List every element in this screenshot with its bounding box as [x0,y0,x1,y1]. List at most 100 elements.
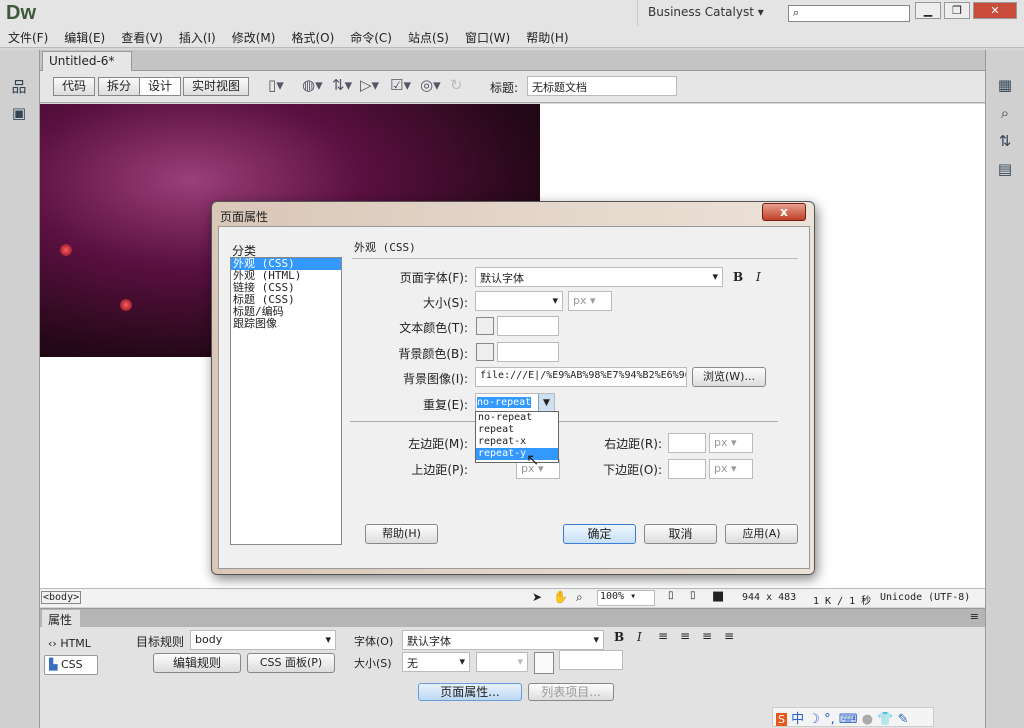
list-item-button[interactable]: 列表项目... [528,683,614,701]
repeat-select[interactable]: no-repeat ▼ [475,393,555,413]
align-right-button[interactable]: ≡ [702,629,712,643]
repeat-option[interactable]: repeat-y [476,448,558,460]
file-management-icon[interactable]: ⇅▾ [332,76,352,94]
right-margin-input[interactable] [668,433,706,453]
preview-browser-icon[interactable]: ◍▾ [302,76,323,94]
text-color-picker[interactable] [476,317,494,335]
menu-edit[interactable]: 编辑(E) [64,28,105,47]
align-left-button[interactable]: ≡ [658,629,668,643]
css-panel-button[interactable]: CSS 面板(P) [247,653,335,673]
properties-tab[interactable]: 属性 [42,610,80,628]
title-input[interactable]: 无标题文档 [527,76,677,96]
menu-window[interactable]: 窗口(W) [465,28,510,47]
insert-panel-icon[interactable]: ▦ [994,76,1016,96]
zoom-select[interactable]: 100% ▾ [597,590,655,606]
user-icon[interactable]: ● [862,712,873,727]
dialog-close-button[interactable]: x [762,203,806,221]
bg-image-input[interactable]: file:///E|/%E9%AB%98%E7%94%B2%E6%96 [475,367,687,387]
css-mode-button[interactable]: ▙ CSS [44,655,98,675]
text-color-input[interactable] [497,316,559,336]
sogou-icon[interactable]: S [776,713,787,726]
moon-icon[interactable]: ☽ [808,712,820,727]
split-view-button[interactable]: 拆分 [98,77,141,96]
workspace-switcher[interactable]: Business Catalyst ▾ [637,0,777,26]
target-rule-select[interactable]: body ▾ [190,630,336,650]
edit-rule-button[interactable]: 编辑规则 [153,653,241,673]
italic-button[interactable]: I [637,630,642,644]
code-view-button[interactable]: 代码 [53,77,96,96]
window-size[interactable]: 944 x 483 [742,592,796,603]
refresh-icon[interactable]: ↻ [450,76,463,94]
zoom-tool-icon[interactable]: ⌕ [576,590,583,605]
desktop-size-icon[interactable]: ■ [712,589,724,604]
size-select[interactable]: ▾ [475,291,563,311]
tablet-size-icon[interactable]: ▯ [690,590,696,601]
panel-menu-icon[interactable]: ≡ [970,610,979,623]
browse-button[interactable]: 浏览(W)... [692,367,766,387]
page-properties-button[interactable]: 页面属性... [418,683,522,701]
menu-format[interactable]: 格式(O) [291,28,334,47]
repeat-option[interactable]: repeat-x [476,436,558,448]
search-input[interactable]: ⌕ [788,5,910,22]
align-center-button[interactable]: ≡ [680,629,690,643]
sitemap-icon[interactable]: 品 [8,76,30,96]
tag-selector-body[interactable]: <body> [41,591,82,604]
assets-icon[interactable]: ▤ [994,160,1016,180]
bottom-margin-unit[interactable]: px ▾ [709,459,753,479]
repeat-dropdown-list[interactable]: no-repeat repeat repeat-x repeat-y [475,411,559,463]
mobile-size-icon[interactable]: ▯ [668,590,674,601]
live-view-button[interactable]: 实时视图 [183,77,250,96]
restore-button[interactable]: ❐ [944,2,970,19]
files-icon[interactable]: ⇅ [994,132,1016,152]
menu-site[interactable]: 站点(S) [408,28,449,47]
repeat-option[interactable]: no-repeat [476,412,558,424]
apply-button[interactable]: 应用(A) [725,524,798,544]
multiscreen-icon[interactable]: ▯▾ [268,76,284,94]
visual-aids-icon[interactable]: ◎▾ [420,76,441,94]
italic-button[interactable]: I [756,270,761,284]
size-select[interactable]: 无 ▾ [402,652,470,672]
menu-file[interactable]: 文件(F) [8,28,48,47]
cancel-button[interactable]: 取消 [644,524,717,544]
menu-help[interactable]: 帮助(H) [526,28,568,47]
menu-view[interactable]: 查看(V) [121,28,163,47]
design-view-button[interactable]: 设计 [139,77,182,96]
size-unit-select[interactable]: px ▾ [568,291,612,311]
menu-modify[interactable]: 修改(M) [232,28,276,47]
color-picker[interactable] [534,652,554,674]
pointer-tool-icon[interactable]: ➤ [532,590,542,604]
settings-wrench-icon[interactable]: ✎ [898,712,909,727]
justify-button[interactable]: ≡ [724,629,734,643]
category-item[interactable]: 跟踪图像 [231,318,341,330]
bold-button[interactable]: B [614,630,624,644]
size-unit-select[interactable]: ▾ [476,652,528,672]
briefcase-icon[interactable]: ▣ [8,104,30,124]
skin-icon[interactable]: 👕 [877,712,893,727]
ok-button[interactable]: 确定 [563,524,636,544]
bold-button[interactable]: B [733,270,743,284]
right-margin-unit[interactable]: px ▾ [709,433,753,453]
menu-insert[interactable]: 插入(I) [179,28,216,47]
ime-mode[interactable]: 中 [791,712,804,727]
color-input[interactable] [559,650,623,670]
close-window-button[interactable]: ✕ [973,2,1017,19]
inspect-icon[interactable]: ▷▾ [360,76,379,94]
page-font-select[interactable]: 默认字体 ▾ [475,267,723,287]
menu-commands[interactable]: 命令(C) [350,28,392,47]
bg-color-picker[interactable] [476,343,494,361]
validate-icon[interactable]: ☑▾ [390,76,411,94]
repeat-option[interactable]: repeat [476,424,558,436]
font-select[interactable]: 默认字体 ▾ [402,630,604,650]
chevron-down-icon[interactable]: ▼ [538,394,554,412]
html-mode-button[interactable]: ‹› HTML [48,637,91,650]
hand-tool-icon[interactable]: ✋ [553,590,568,604]
minimize-button[interactable]: ▁ [915,2,941,19]
bg-color-input[interactable] [497,342,559,362]
punctuation-icon[interactable]: °, [824,712,835,727]
category-list[interactable]: 外观 (CSS) 外观 (HTML) 链接 (CSS) 标题 (CSS) 标题/… [230,257,342,545]
document-tab[interactable]: Untitled-6* × [42,51,132,82]
bottom-margin-input[interactable] [668,459,706,479]
css-inspect-icon[interactable]: ⌕ [994,104,1016,124]
keyboard-icon[interactable]: ⌨ [839,712,858,727]
help-button[interactable]: 帮助(H) [365,524,438,544]
